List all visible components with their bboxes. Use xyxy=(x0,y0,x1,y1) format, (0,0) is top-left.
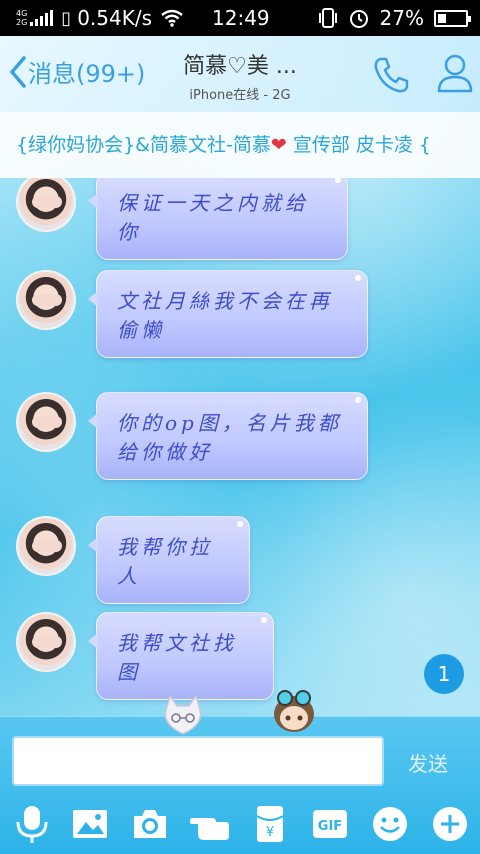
message-text: 保证一天之内就给你 xyxy=(117,191,309,244)
message-bubble[interactable]: 文社月絲我不会在再偷懒 xyxy=(88,270,368,358)
signal-icon xyxy=(30,10,54,26)
online-status: iPhone在线 - 2G xyxy=(189,88,291,103)
message-input[interactable] xyxy=(12,736,384,786)
svg-text:¥: ¥ xyxy=(266,825,274,840)
message-list[interactable]: 保证一天之内就给你 文社月絲我不会在再偷懒 你的op图，名片我都给你做好 我帮你… xyxy=(0,178,480,718)
plus-icon[interactable] xyxy=(430,804,470,844)
message-bubble[interactable]: 你的op图，名片我都给你做好 xyxy=(88,392,368,480)
message-bubble[interactable]: 保证一天之内就给你 xyxy=(88,178,348,260)
avatar[interactable] xyxy=(16,392,76,452)
status-bar: 4G 2G ▯ 0.54K/s 12:49 27% xyxy=(0,0,480,36)
cat-character-icon xyxy=(164,694,202,735)
chat-title: 简慕♡美 ... xyxy=(183,54,297,79)
gif-label: GIF xyxy=(318,819,342,834)
message-row: 我帮你拉人 xyxy=(16,516,250,604)
microphone-icon[interactable] xyxy=(12,804,52,844)
message-bubble[interactable]: 我帮你拉人 xyxy=(88,516,250,604)
message-text: 我帮你拉人 xyxy=(117,535,213,588)
poke-icon[interactable] xyxy=(190,804,230,844)
sim-icon: ▯ xyxy=(61,7,72,29)
message-text: 文社月絲我不会在再偷懒 xyxy=(117,289,333,342)
camera-icon[interactable] xyxy=(130,804,170,844)
avatar[interactable] xyxy=(16,516,76,576)
network-2g-label: 2G xyxy=(16,18,28,27)
phone-icon[interactable] xyxy=(370,54,412,96)
avatar[interactable] xyxy=(16,612,76,672)
alarm-icon xyxy=(349,10,368,28)
chat-title-area[interactable]: 简慕♡美 ... iPhone在线 - 2G xyxy=(150,48,330,103)
message-row: 我帮文社找图 xyxy=(16,612,274,700)
heart-icon: ❤ xyxy=(270,134,287,156)
message-bubble[interactable]: 我帮文社找图 xyxy=(88,612,274,700)
message-row: 保证一天之内就给你 xyxy=(16,178,348,260)
chat-header: 消息(99+) 简慕♡美 ... iPhone在线 - 2G xyxy=(0,36,480,112)
group-info-text-tail: 宣传部 皮卡凌 { xyxy=(286,134,431,156)
goggles-character-icon xyxy=(274,690,314,732)
network-speed: 0.54K/s xyxy=(77,6,153,30)
input-toolbar: ¥ GIF xyxy=(0,800,480,848)
unread-badge[interactable]: 1 xyxy=(424,654,464,694)
battery-icon xyxy=(434,9,471,27)
emoji-icon[interactable] xyxy=(370,804,410,844)
message-row: 文社月絲我不会在再偷懒 xyxy=(16,270,368,358)
avatar[interactable] xyxy=(16,270,76,330)
message-text: 你的op图，名片我都给你做好 xyxy=(117,411,342,464)
back-button[interactable]: 消息(99+) xyxy=(8,54,145,89)
group-info-text: {绿你妈协会}&简慕文社-简慕 xyxy=(16,134,271,156)
vibrate-icon xyxy=(318,8,337,28)
send-button[interactable]: 发送 xyxy=(408,748,448,777)
avatar[interactable] xyxy=(16,178,76,232)
profile-icon[interactable] xyxy=(436,52,474,94)
clock: 12:49 xyxy=(212,6,270,30)
battery-percent: 27% xyxy=(379,6,424,30)
image-icon[interactable] xyxy=(70,804,110,844)
group-info-bar[interactable]: {绿你妈协会}&简慕文社-简慕❤ 宣传部 皮卡凌 { xyxy=(0,112,480,178)
message-row: 你的op图，名片我都给你做好 xyxy=(16,392,368,480)
message-text: 我帮文社找图 xyxy=(117,631,237,684)
network-type: 4G 2G xyxy=(16,9,27,27)
red-packet-icon[interactable]: ¥ xyxy=(250,804,290,844)
network-4g-label: 4G xyxy=(16,9,28,18)
wifi-icon xyxy=(161,9,183,27)
back-label: 消息(99+) xyxy=(28,60,146,88)
gif-icon[interactable]: GIF xyxy=(310,804,350,844)
chevron-left-icon xyxy=(9,55,26,88)
